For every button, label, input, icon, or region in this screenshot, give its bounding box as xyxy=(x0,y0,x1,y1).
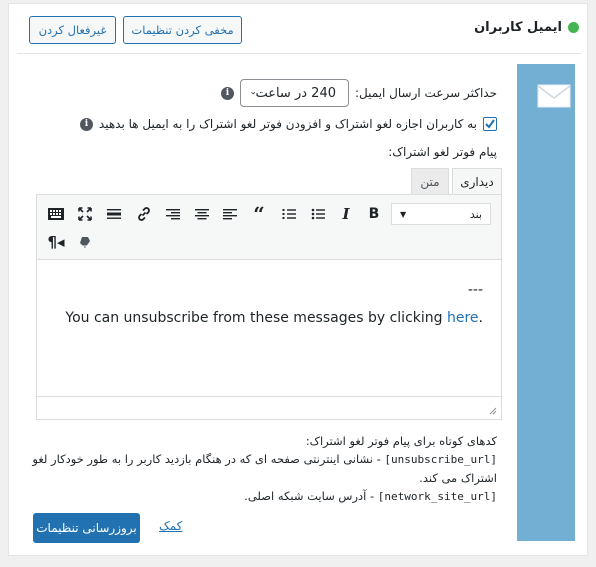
editor-body[interactable]: --- You can unsubscribe from these messa… xyxy=(36,260,502,396)
tab-text[interactable]: متن xyxy=(411,168,449,194)
shortcodes-help: کدهای کوتاه برای پیام فوتر لغو اشتراک: [… xyxy=(27,432,497,506)
numbered-list-icon[interactable] xyxy=(279,204,299,224)
editor-status-bar xyxy=(36,396,502,420)
code-unsubscribe-url: [unsubscribe_url] xyxy=(384,453,497,466)
editor-tabs: دیداری متن xyxy=(36,168,502,194)
rate-row: حداکثر سرعت ارسال ایمیل: 240 در ساعت i xyxy=(221,79,497,107)
status-dot xyxy=(568,22,579,33)
rate-select[interactable]: 240 در ساعت xyxy=(240,79,349,107)
title-wrap: ایمیل کاربران xyxy=(474,20,579,35)
help-line-2: [network_site_url] - آدرس سایت شبکه اصلی… xyxy=(27,487,497,506)
resize-handle-icon[interactable] xyxy=(489,407,497,415)
content-line: You can unsubscribe from these messages … xyxy=(65,310,483,326)
allow-unsubscribe-label: به کاربران اجازه لغو اشتراک و افزودن فوت… xyxy=(98,117,477,131)
envelope-icon xyxy=(537,84,571,108)
allow-unsubscribe-checkbox[interactable] xyxy=(483,117,497,131)
footer-message-label: پیام فوتر لغو اشتراک: xyxy=(388,145,497,159)
align-center-icon[interactable] xyxy=(192,204,212,224)
clear-formatting-icon[interactable] xyxy=(75,232,95,252)
here-link[interactable]: here xyxy=(447,310,479,326)
align-right-icon[interactable] xyxy=(163,204,183,224)
footer-editor: دیداری متن بند ▼ B I “ ¶◂ --- You can un… xyxy=(36,168,502,420)
bullet-list-icon[interactable] xyxy=(308,204,328,224)
help-line-1: [unsubscribe_url] - نشانی اینترنتی صفحه … xyxy=(27,450,497,487)
link-icon[interactable] xyxy=(134,204,154,224)
align-left-icon[interactable] xyxy=(220,204,240,224)
help-desc-2: - آدرس سایت شبکه اصلی. xyxy=(244,489,378,503)
content-separator: --- xyxy=(467,282,483,298)
fullscreen-icon[interactable] xyxy=(75,204,95,224)
sidebar-panel xyxy=(517,64,575,541)
disable-button[interactable]: غیرفعال کردن xyxy=(29,16,116,44)
format-select[interactable]: بند ▼ xyxy=(391,203,491,225)
info-icon[interactable]: i xyxy=(79,117,93,131)
paragraph-icon[interactable]: ¶◂ xyxy=(46,232,66,252)
horizontal-line-icon[interactable] xyxy=(104,204,124,224)
content-text: You can unsubscribe from these messages … xyxy=(65,310,447,326)
tab-visual[interactable]: دیداری xyxy=(452,168,502,194)
blockquote-icon[interactable]: “ xyxy=(249,204,269,224)
update-settings-button[interactable]: بروزرسانی تنظیمات xyxy=(33,513,140,543)
checkmark-icon xyxy=(485,119,495,129)
format-select-value: بند xyxy=(469,207,482,221)
code-network-site-url: [network_site_url] xyxy=(377,490,497,503)
italic-icon[interactable]: I xyxy=(336,204,356,224)
email-users-card: ایمیل کاربران مخفی کردن تنظیمات غیرفعال … xyxy=(8,3,588,556)
bold-icon[interactable]: B xyxy=(364,204,384,224)
help-heading: کدهای کوتاه برای پیام فوتر لغو اشتراک: xyxy=(305,434,497,448)
toolbar-toggle-icon[interactable] xyxy=(46,204,66,224)
rate-select-value: 240 در ساعت xyxy=(255,85,336,101)
rate-label: حداکثر سرعت ارسال ایمیل: xyxy=(355,86,497,100)
chevron-down-icon xyxy=(251,91,256,95)
caret-down-icon: ▼ xyxy=(400,209,407,219)
help-link[interactable]: کمک xyxy=(159,519,182,533)
editor-toolbar: بند ▼ B I “ ¶◂ xyxy=(36,194,502,260)
card-title: ایمیل کاربران xyxy=(474,20,562,35)
card-header: ایمیل کاربران مخفی کردن تنظیمات غیرفعال … xyxy=(17,4,581,54)
info-icon[interactable]: i xyxy=(221,86,234,100)
content-end: . xyxy=(478,310,483,326)
allow-row: به کاربران اجازه لغو اشتراک و افزودن فوت… xyxy=(79,117,497,131)
hide-settings-button[interactable]: مخفی کردن تنظیمات xyxy=(123,16,242,44)
